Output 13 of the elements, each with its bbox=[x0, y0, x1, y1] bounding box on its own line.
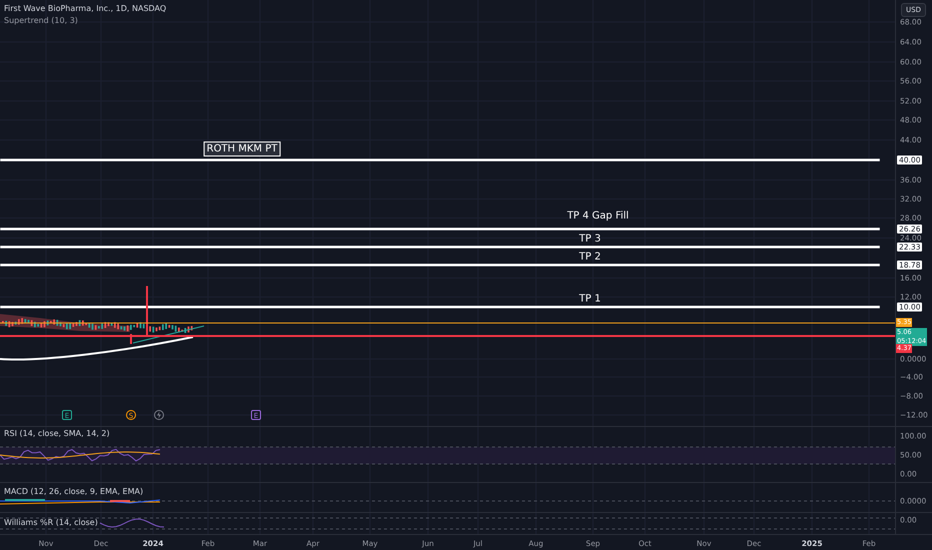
indicator-title: MACD (12, 26, close, 9, EMA, EMA) bbox=[4, 487, 144, 496]
level-label: TP 1 bbox=[579, 294, 601, 304]
level-label: TP 4 Gap Fill bbox=[567, 210, 629, 222]
level-label: TP 3 bbox=[579, 234, 601, 244]
williams-line bbox=[100, 518, 164, 528]
indicator-title: RSI (14, close, SMA, 14, 2) bbox=[4, 429, 110, 438]
symbol-title: First Wave BioPharma, Inc., 1D, NASDAQ bbox=[4, 4, 166, 13]
trend-line bbox=[132, 326, 204, 344]
indicator-title: Williams %R (14, close) bbox=[4, 518, 98, 527]
level-label: ROTH MKM PT bbox=[204, 142, 280, 156]
indicator-title: Supertrend (10, 3) bbox=[4, 16, 78, 25]
lightning-icon[interactable] bbox=[154, 410, 164, 420]
level-label: TP 2 bbox=[579, 252, 601, 262]
